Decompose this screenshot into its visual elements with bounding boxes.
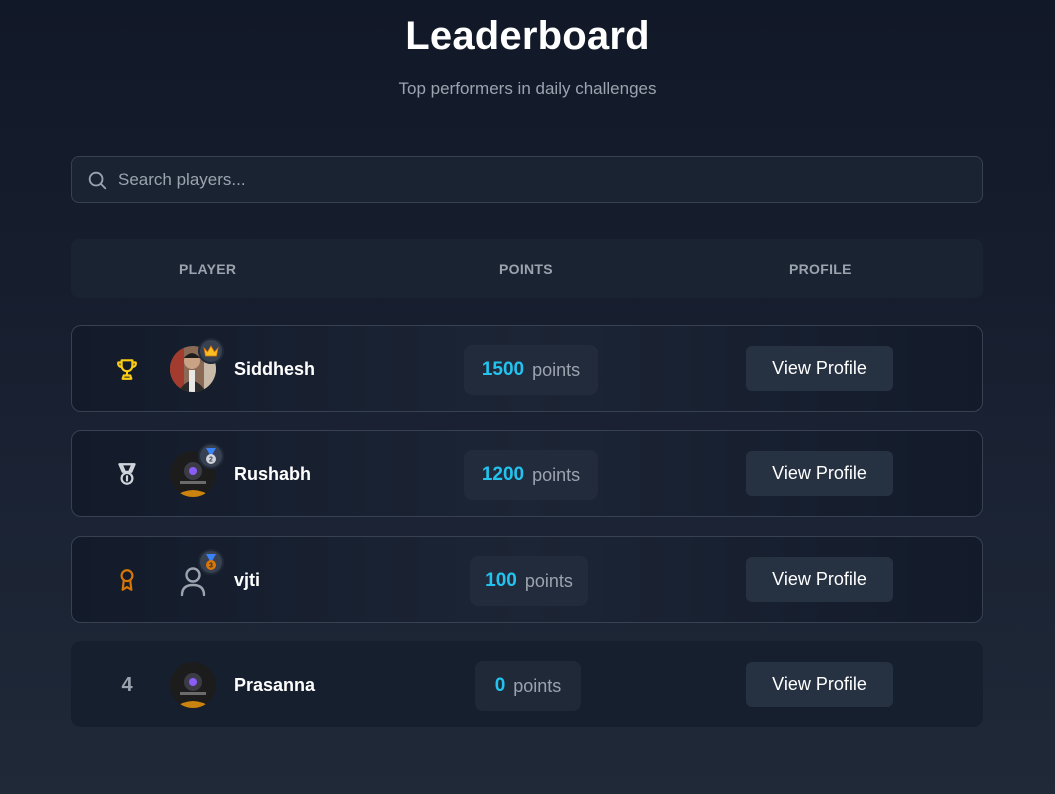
- column-header-player: PLAYER: [179, 261, 237, 277]
- rank-4: 4: [112, 670, 142, 700]
- search-input[interactable]: [118, 169, 978, 190]
- table-row: 4 Prasanna 0 points View Profile: [71, 641, 983, 727]
- player-name: Rushabh: [234, 464, 312, 484]
- crown-badge: [198, 338, 224, 364]
- points-value: 100: [485, 570, 517, 591]
- points-display: 100 points: [470, 556, 588, 606]
- points-label: points: [524, 570, 573, 591]
- table-row: 3 vjti 100 points View Profile: [71, 536, 983, 623]
- leaderboard-page: Leaderboard Top performers in daily chal…: [0, 0, 1055, 794]
- avatar: 2: [170, 443, 224, 497]
- points-label: points: [513, 675, 562, 696]
- player-name: vjti: [234, 570, 261, 590]
- page-title: Leaderboard: [405, 14, 650, 58]
- points-value: 1200: [481, 464, 525, 485]
- points-value: 1500: [481, 359, 525, 380]
- bronze-medal-icon: 3: [206, 554, 216, 570]
- trophy-icon: [117, 359, 137, 380]
- rank-badge: 2: [198, 443, 224, 469]
- badge-number: 2: [209, 457, 213, 464]
- table-row: 2 Rushabh 1200 points View Profile: [71, 430, 983, 517]
- table-row: Siddhesh 1500 points View Profile: [71, 325, 983, 412]
- view-profile-button[interactable]: View Profile: [746, 451, 893, 496]
- view-profile-button[interactable]: View Profile: [746, 662, 893, 707]
- crown-icon: [203, 345, 219, 357]
- avatar: 3: [170, 549, 224, 603]
- table-header: PLAYER POINTS PROFILE: [71, 239, 983, 298]
- silver-medal-icon: 2: [206, 448, 216, 464]
- award-icon: [120, 569, 134, 591]
- rank-1: [112, 354, 142, 384]
- rank-2: [112, 459, 142, 489]
- points-display: 1500 points: [464, 345, 598, 395]
- badge-number: 3: [209, 563, 213, 570]
- points-display: 0 points: [475, 661, 581, 711]
- points-display: 1200 points: [464, 450, 598, 500]
- view-profile-button[interactable]: View Profile: [746, 346, 893, 391]
- view-profile-button[interactable]: View Profile: [746, 557, 893, 602]
- rank-badge: 3: [198, 549, 224, 575]
- medal-icon: [118, 463, 136, 485]
- points-label: points: [532, 359, 581, 380]
- page-subtitle: Top performers in daily challenges: [398, 79, 657, 98]
- rank-number: 4: [121, 673, 133, 696]
- points-label: points: [532, 464, 581, 485]
- column-header-profile: PROFILE: [789, 261, 852, 277]
- avatar: [170, 662, 216, 708]
- player-name: Siddhesh: [234, 359, 316, 379]
- points-value: 0: [494, 675, 506, 696]
- search-bar[interactable]: [71, 156, 983, 203]
- rank-3: [112, 565, 142, 595]
- search-icon: [88, 171, 107, 189]
- player-name: Prasanna: [234, 675, 316, 695]
- column-header-points: POINTS: [499, 261, 553, 277]
- avatar: [170, 338, 224, 392]
